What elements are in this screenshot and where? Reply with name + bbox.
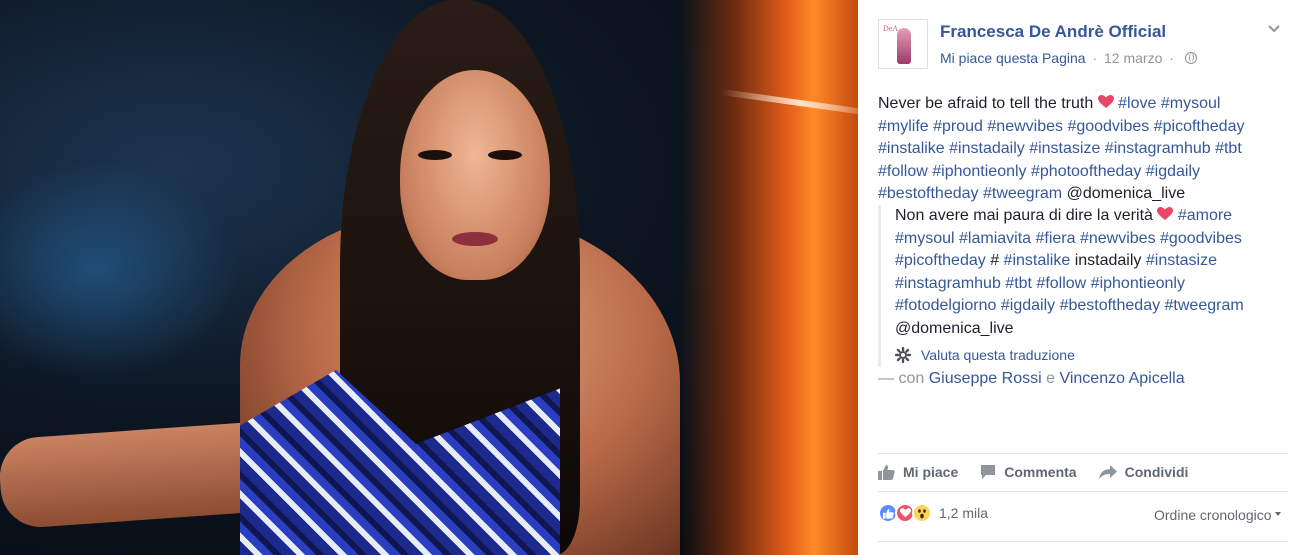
photo-face <box>400 70 550 280</box>
post-text: Never be afraid to tell the truth #love … <box>878 93 1298 206</box>
avatar-figure <box>897 28 911 64</box>
hashtag-link[interactable]: #amore <box>1178 207 1232 224</box>
like-button[interactable]: Mi piace <box>878 459 958 485</box>
heart-icon <box>1157 207 1174 220</box>
hashtag-link[interactable]: #mylife #proud #newvibes #goodvibes #pic… <box>878 118 1244 135</box>
share-label: Condividi <box>1124 464 1189 480</box>
translation-plain-word: instadaily <box>1074 252 1142 269</box>
like-label: Mi piace <box>903 464 959 480</box>
mention-text: @domenica_live <box>895 319 1014 337</box>
action-bar: Mi piace Commenta Condividi <box>878 459 1288 485</box>
liked-page-link[interactable]: Mi piace questa Pagina <box>940 50 1086 66</box>
photo-lips <box>452 232 498 246</box>
hashtag-link[interactable]: #instasize <box>1146 252 1217 269</box>
hashtag-link[interactable]: #mysoul #lamiavita #fiera #newvibes #goo… <box>895 230 1242 247</box>
gear-icon <box>895 347 911 364</box>
avatar-mark: DeA <box>883 24 899 33</box>
with-conjunction: e <box>1046 370 1056 387</box>
tagged-person-link[interactable]: Giuseppe Rossi <box>929 370 1042 387</box>
mention-link[interactable]: @domenica_live <box>1067 185 1186 202</box>
tagged-person-link[interactable]: Vincenzo Apicella <box>1059 370 1184 387</box>
page-name-link[interactable]: Francesca De Andrè Official <box>940 22 1166 42</box>
photo-eye-right <box>488 150 522 160</box>
post-date[interactable]: 12 marzo <box>1104 50 1162 66</box>
photo-orange-light <box>680 0 858 555</box>
comment-icon <box>981 465 996 479</box>
post-text-lead: Never be afraid to tell the truth <box>878 95 1094 112</box>
reaction-count: 1,2 mila <box>939 505 989 521</box>
comment-order-dropdown[interactable]: Ordine cronologico <box>1154 507 1281 523</box>
chevron-down-icon[interactable] <box>1267 22 1281 36</box>
divider <box>878 541 1288 542</box>
hash-symbol: # <box>990 252 1000 269</box>
comment-label: Commenta <box>1004 464 1077 480</box>
divider <box>878 453 1288 454</box>
avatar[interactable]: DeA <box>878 19 928 69</box>
post-meta: Mi piace questa Pagina · 12 marzo · <box>940 50 1197 66</box>
meta-separator: · <box>1169 50 1174 66</box>
reactions-summary[interactable]: 1,2 mila <box>878 503 988 523</box>
hashtag-link[interactable]: #fotodelgiorno #igdaily #bestoftheday #t… <box>895 297 1244 314</box>
photo-background-light <box>0 160 240 380</box>
heart-icon <box>1097 95 1114 108</box>
comment-button[interactable]: Commenta <box>980 459 1077 485</box>
hashtag-link[interactable]: #bestoftheday #tweegram <box>878 185 1062 202</box>
globe-icon <box>1184 52 1197 64</box>
wow-reaction-icon <box>912 503 932 523</box>
caret-down-icon <box>1274 512 1281 516</box>
post-photo[interactable] <box>0 0 858 555</box>
translation-block: Non avere mai paura di dire la verità #a… <box>878 205 1298 367</box>
hashtag-link[interactable]: #instagramhub #tbt #follow #iphontieonly <box>895 275 1185 292</box>
tagged-people: — con Giuseppe Rossi e Vincenzo Apicella <box>878 370 1185 388</box>
thumbs-up-icon <box>878 465 895 480</box>
meta-separator: · <box>1092 50 1098 66</box>
hashtag-link[interactable]: #follow #iphontieonly #photooftheday #ig… <box>878 163 1200 180</box>
post-viewer: DeA Francesca De Andrè Official Mi piace… <box>0 0 1308 555</box>
divider <box>878 491 1288 492</box>
hashtag-link[interactable]: #love #mysoul <box>1118 95 1220 112</box>
share-button[interactable]: Condividi <box>1098 459 1189 485</box>
hashtag-link[interactable]: #instalike <box>1004 252 1071 269</box>
post-panel: DeA Francesca De Andrè Official Mi piace… <box>858 0 1308 555</box>
share-icon <box>1098 465 1117 479</box>
with-prefix: — con <box>878 370 925 387</box>
rate-translation-row[interactable]: Valuta questa traduzione <box>895 344 1298 367</box>
translation-lead: Non avere mai paura di dire la verità <box>895 207 1153 224</box>
hashtag-link[interactable]: #instalike #instadaily #instasize #insta… <box>878 140 1242 157</box>
photo-eye-left <box>418 150 452 160</box>
hashtag-link[interactable]: #picoftheday <box>895 252 986 269</box>
rate-translation-link[interactable]: Valuta questa traduzione <box>921 344 1075 367</box>
comment-order-label: Ordine cronologico <box>1154 507 1272 523</box>
